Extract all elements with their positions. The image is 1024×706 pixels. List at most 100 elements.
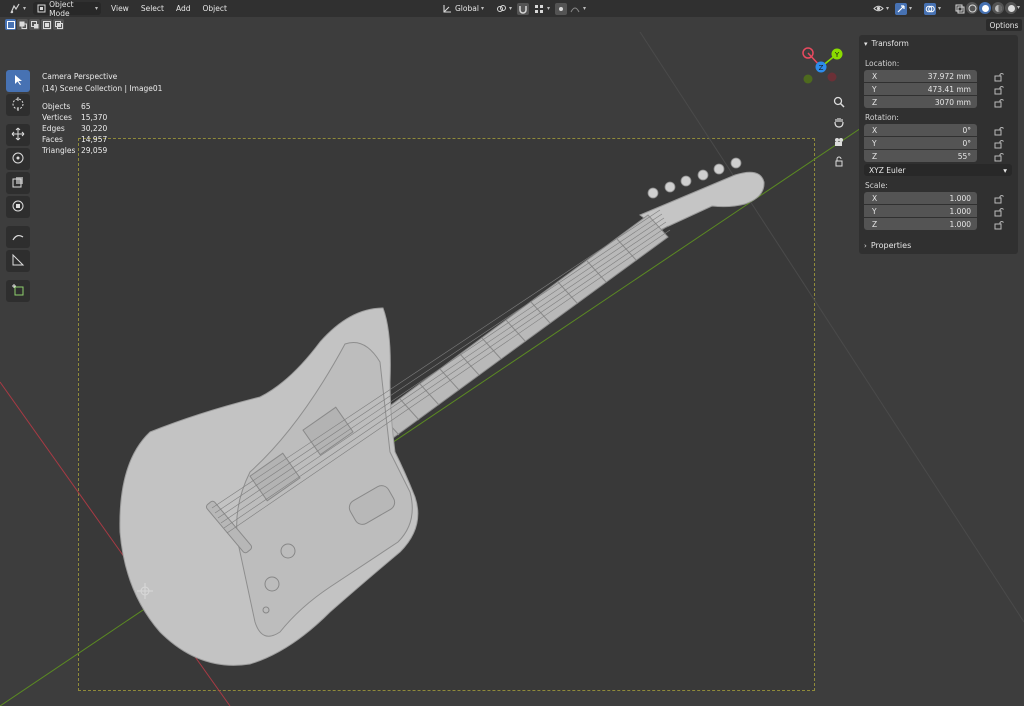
lock-icon[interactable] bbox=[994, 72, 1004, 82]
scale-label: Scale: bbox=[865, 181, 888, 190]
lock-icon[interactable] bbox=[994, 126, 1004, 136]
stat-row: Vertices 15,370 bbox=[42, 113, 108, 122]
rotate-tool-button[interactable] bbox=[6, 148, 30, 170]
y-axis-line bbox=[0, 121, 871, 706]
rotation-y-field[interactable]: Y 0° bbox=[864, 137, 977, 149]
crosshair-icon bbox=[11, 97, 25, 113]
stat-row: Edges 30,220 bbox=[42, 124, 108, 133]
shading-options-chevron[interactable]: ▾ bbox=[1017, 4, 1020, 11]
visibility-select[interactable]: ▾ bbox=[869, 2, 892, 15]
orientation-icon bbox=[441, 3, 453, 15]
chevron-down-icon: ▾ bbox=[886, 5, 890, 12]
magnet-icon bbox=[517, 2, 529, 15]
cursor-arrow-icon bbox=[12, 74, 24, 88]
select-extend-icon[interactable] bbox=[17, 19, 28, 30]
pivot-point-button[interactable]: ▾ bbox=[492, 2, 515, 15]
ruler-icon bbox=[11, 253, 25, 269]
lock-icon[interactable] bbox=[994, 98, 1004, 108]
chevron-down-icon: ▾ bbox=[23, 5, 27, 12]
shading-mode-group bbox=[966, 2, 1017, 14]
chevron-down-icon: ▾ bbox=[480, 5, 484, 12]
grid-snap-icon bbox=[533, 3, 545, 15]
select-tool-button[interactable] bbox=[6, 70, 30, 92]
chevron-down-icon: ▾ bbox=[864, 39, 868, 48]
menu-view[interactable]: View bbox=[105, 4, 135, 13]
select-subtract-icon[interactable] bbox=[29, 19, 40, 30]
zoom-icon[interactable] bbox=[830, 94, 848, 110]
overlays-toggle[interactable]: ▾ bbox=[921, 2, 944, 15]
stat-row: Triangles 29,059 bbox=[42, 146, 108, 155]
selection-mode-bar bbox=[0, 17, 80, 32]
rotation-x-field[interactable]: X 0° bbox=[864, 124, 977, 136]
mode-label: Object Mode bbox=[49, 0, 74, 18]
lock-camera-icon[interactable] bbox=[830, 154, 848, 170]
rotation-mode-select[interactable]: XYZ Euler ▾ bbox=[864, 164, 1012, 176]
rotation-z-field[interactable]: Z 55° bbox=[864, 150, 977, 162]
lock-icon[interactable] bbox=[994, 194, 1004, 204]
select-intersect-icon[interactable] bbox=[53, 19, 64, 30]
transform-panel-header[interactable]: ▾ Transform bbox=[859, 35, 1018, 52]
menu-add[interactable]: Add bbox=[170, 4, 197, 13]
options-button[interactable]: Options bbox=[986, 19, 1022, 31]
transform-icon bbox=[11, 199, 25, 215]
material-shading-icon[interactable] bbox=[992, 2, 1004, 14]
lock-icon[interactable] bbox=[994, 139, 1004, 149]
falloff-select[interactable]: ▾ bbox=[566, 2, 589, 15]
cursor-tool-button[interactable] bbox=[6, 94, 30, 116]
properties-title: Properties bbox=[870, 241, 912, 250]
rendered-shading-icon[interactable] bbox=[1005, 2, 1017, 14]
lock-icon[interactable] bbox=[994, 220, 1004, 230]
scale-y-field[interactable]: Y 1.000 bbox=[864, 205, 977, 217]
editor-type-button[interactable]: ▾ bbox=[6, 2, 29, 15]
link-icon bbox=[495, 3, 507, 15]
menu-select[interactable]: Select bbox=[135, 4, 170, 13]
add-cube-tool-button[interactable] bbox=[6, 280, 30, 302]
chevron-down-icon: ▾ bbox=[1003, 165, 1007, 175]
chevron-down-icon: ▾ bbox=[509, 5, 513, 12]
viewport-info: Camera Perspective (14) Scene Collection… bbox=[42, 71, 162, 94]
mode-select[interactable]: Object Mode ▾ bbox=[33, 0, 102, 18]
viewport-header: ▾ Object Mode ▾ View Select Add Object G… bbox=[0, 0, 1024, 18]
menu-object[interactable]: Object bbox=[197, 4, 233, 13]
transform-orientation-select[interactable]: Global ▾ bbox=[438, 2, 487, 15]
falloff-curve-icon bbox=[569, 3, 581, 15]
gizmo-toggle[interactable]: ▾ bbox=[892, 2, 915, 15]
scale-z-field[interactable]: Z 1.000 bbox=[864, 218, 977, 230]
view-name: Camera Perspective bbox=[42, 72, 118, 81]
gizmo-y-label: Y bbox=[834, 51, 840, 59]
gizmo-z-label: Z bbox=[819, 64, 824, 72]
camera-view-icon[interactable] bbox=[830, 134, 848, 150]
navigation-gizmo[interactable]: Y Z bbox=[796, 42, 846, 92]
overlays-icon bbox=[924, 2, 936, 15]
location-y-field[interactable]: Y 473.41 mm bbox=[864, 83, 977, 95]
scale-x-field[interactable]: X 1.000 bbox=[864, 192, 977, 204]
move-arrows-icon bbox=[11, 127, 25, 143]
wireframe-shading-icon[interactable] bbox=[966, 2, 978, 14]
chevron-down-icon: ▾ bbox=[909, 5, 913, 12]
snap-target-select[interactable]: ▾ bbox=[530, 2, 553, 15]
stat-row: Faces 14,957 bbox=[42, 135, 108, 144]
tool-shelf bbox=[6, 70, 30, 302]
select-new-icon[interactable] bbox=[5, 19, 16, 30]
location-z-field[interactable]: Z 3070 mm bbox=[864, 96, 977, 108]
lock-icon[interactable] bbox=[994, 152, 1004, 162]
lock-icon[interactable] bbox=[994, 207, 1004, 217]
scene-statistics: Objects 65 Vertices 15,370 Edges 30,220 Fac… bbox=[42, 101, 107, 156]
transform-tool-button[interactable] bbox=[6, 196, 30, 218]
properties-panel-header[interactable]: › Properties bbox=[859, 237, 1018, 254]
chevron-down-icon: ▾ bbox=[583, 5, 587, 12]
pan-hand-icon[interactable] bbox=[830, 114, 848, 130]
eye-icon bbox=[872, 3, 884, 15]
lock-icon[interactable] bbox=[994, 85, 1004, 95]
xray-icon bbox=[954, 3, 966, 15]
add-cube-icon bbox=[11, 283, 25, 299]
collection-name: (14) Scene Collection | Image01 bbox=[42, 83, 163, 93]
stat-row: Objects 65 bbox=[42, 102, 91, 111]
select-invert-icon[interactable] bbox=[41, 19, 52, 30]
solid-shading-icon[interactable] bbox=[979, 2, 991, 14]
location-x-field[interactable]: X 37.972 mm bbox=[864, 70, 977, 82]
measure-tool-button[interactable] bbox=[6, 250, 30, 272]
scale-tool-button[interactable] bbox=[6, 172, 30, 194]
annotate-tool-button[interactable] bbox=[6, 226, 30, 248]
move-tool-button[interactable] bbox=[6, 124, 30, 146]
